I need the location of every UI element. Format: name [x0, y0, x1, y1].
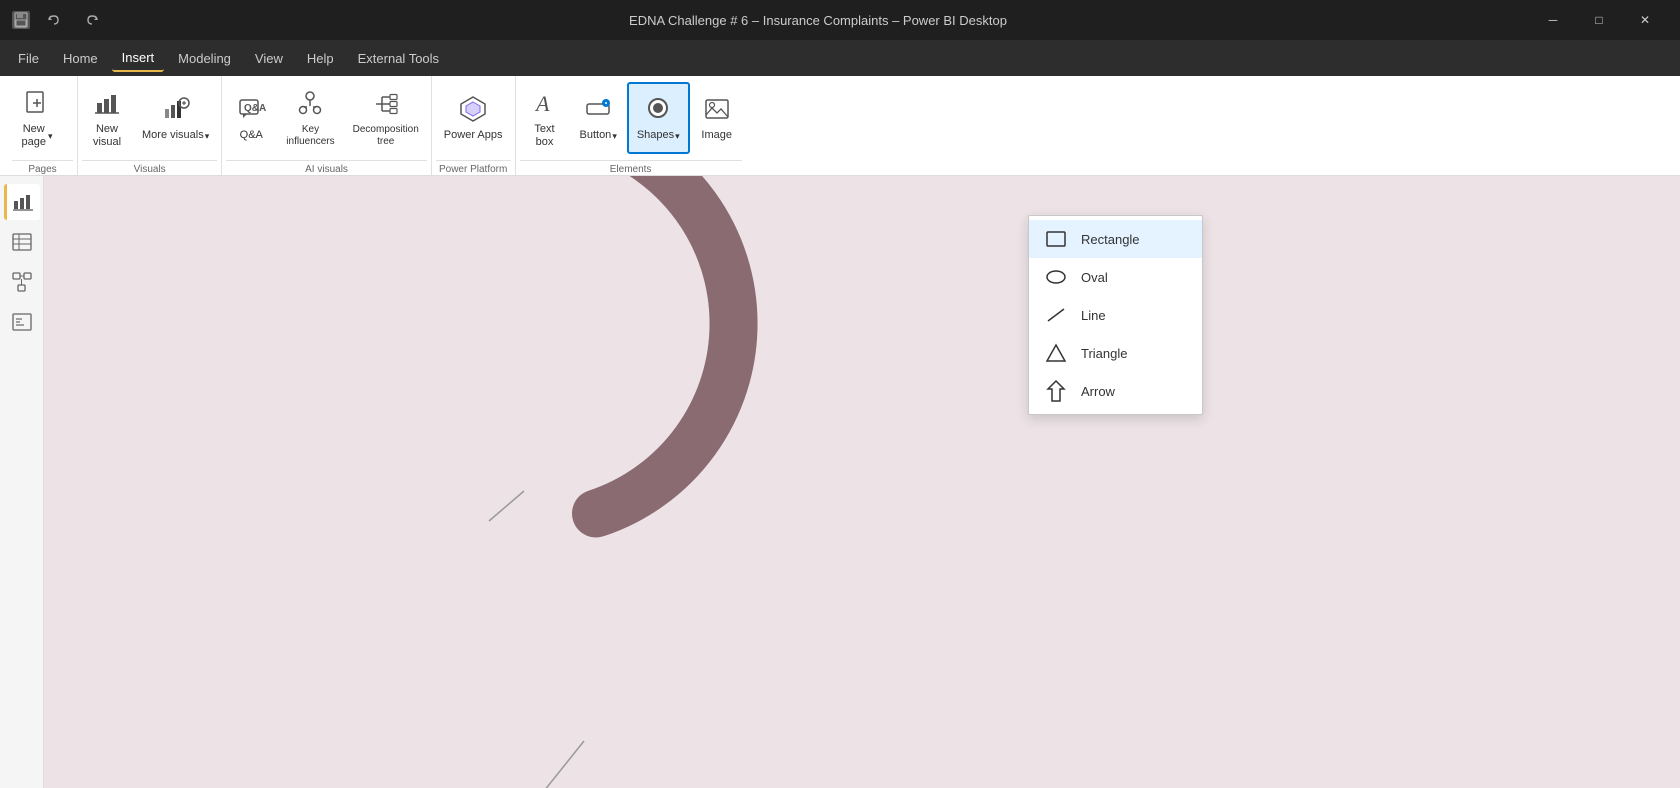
new-page-button[interactable]: New page ▾ — [12, 82, 62, 154]
power-apps-button[interactable]: Power Apps — [436, 82, 511, 154]
button-ribbon-icon — [582, 93, 614, 125]
title-bar-title: EDNA Challenge # 6 – Insurance Complaint… — [629, 13, 1007, 28]
menu-help[interactable]: Help — [297, 44, 344, 72]
save-icon[interactable] — [12, 11, 30, 29]
arrow-label: Arrow — [1081, 384, 1115, 399]
rectangle-label: Rectangle — [1081, 232, 1140, 247]
canvas-area — [44, 176, 1680, 788]
title-bar: EDNA Challenge # 6 – Insurance Complaint… — [0, 0, 1680, 40]
window-controls: ─ □ ✕ — [1530, 0, 1668, 40]
ai-group-label: AI visuals — [226, 160, 427, 175]
oval-shape-icon — [1045, 266, 1067, 288]
new-page-icon — [21, 87, 53, 119]
new-visual-button[interactable]: New visual — [82, 82, 132, 154]
arrow-shape-icon — [1045, 380, 1067, 402]
elements-group-label: Elements — [520, 160, 742, 175]
ribbon-group-power-platform: Power Apps Power Platform — [432, 76, 516, 175]
sidebar-item-model[interactable] — [4, 264, 40, 300]
button-ribbon-label: Button▾ — [580, 129, 617, 142]
sidebar-item-report[interactable] — [4, 184, 40, 220]
shapes-label: Shapes▾ — [637, 129, 680, 142]
image-button[interactable]: Image — [692, 82, 742, 154]
svg-text:Q&A: Q&A — [244, 103, 266, 114]
visuals-group-label: Visuals — [82, 160, 217, 175]
close-button[interactable]: ✕ — [1622, 0, 1668, 40]
new-visual-icon — [91, 87, 123, 119]
key-influencers-button[interactable]: Key influencers — [278, 82, 342, 154]
power-apps-icon — [457, 93, 489, 125]
text-box-icon: A — [529, 87, 561, 119]
new-page-label: New page ▾ — [21, 123, 52, 149]
more-visuals-button[interactable]: More visuals▾ — [134, 82, 217, 154]
elements-buttons: A Text box Button▾ — [520, 80, 742, 160]
ribbon: New page ▾ Pages New visual — [0, 76, 1680, 176]
menu-modeling[interactable]: Modeling — [168, 44, 241, 72]
text-box-label: Text box — [534, 123, 554, 149]
canvas-line-2 — [534, 736, 594, 788]
sidebar — [0, 176, 44, 788]
minimize-button[interactable]: ─ — [1530, 0, 1576, 40]
more-visuals-icon — [160, 93, 192, 125]
menu-view[interactable]: View — [245, 44, 293, 72]
menu-file[interactable]: File — [8, 44, 49, 72]
image-icon — [701, 93, 733, 125]
ribbon-group-pages: New page ▾ Pages — [8, 76, 78, 175]
maximize-button[interactable]: □ — [1576, 0, 1622, 40]
shape-oval-item[interactable]: Oval — [1029, 258, 1202, 296]
shapes-button[interactable]: Shapes▾ — [627, 82, 690, 154]
decomposition-tree-label: Decomposition tree — [353, 124, 419, 148]
ribbon-group-elements: A Text box Button▾ — [516, 76, 746, 175]
triangle-label: Triangle — [1081, 346, 1127, 361]
shape-arrow-item[interactable]: Arrow — [1029, 372, 1202, 410]
redo-button[interactable] — [78, 6, 106, 34]
image-label: Image — [701, 129, 732, 142]
power-apps-label: Power Apps — [444, 129, 503, 142]
button-ribbon-button[interactable]: Button▾ — [572, 82, 625, 154]
canvas-line-1 — [484, 486, 544, 531]
qa-label: Q&A — [240, 129, 263, 142]
shape-triangle-item[interactable]: Triangle — [1029, 334, 1202, 372]
menu-bar: File Home Insert Modeling View Help Exte… — [0, 40, 1680, 76]
key-influencers-icon — [294, 88, 326, 120]
title-bar-left — [12, 6, 106, 34]
rectangle-shape-icon — [1045, 228, 1067, 250]
decomposition-tree-button[interactable]: Decomposition tree — [345, 82, 427, 154]
pages-group-label: Pages — [12, 160, 73, 175]
shape-rectangle-item[interactable]: Rectangle — [1029, 220, 1202, 258]
sidebar-item-data[interactable] — [4, 224, 40, 260]
key-influencers-label: Key influencers — [286, 124, 334, 148]
title-text: EDNA Challenge # 6 – Insurance Complaint… — [629, 13, 1007, 28]
shapes-dropdown: Rectangle Oval Line Triangle — [1028, 215, 1203, 415]
line-label: Line — [1081, 308, 1106, 323]
menu-external-tools[interactable]: External Tools — [348, 44, 449, 72]
undo-button[interactable] — [40, 6, 68, 34]
ai-buttons: Q&A Q&A Key influencers — [226, 80, 427, 160]
qa-button[interactable]: Q&A Q&A — [226, 82, 276, 154]
menu-home[interactable]: Home — [53, 44, 108, 72]
new-visual-label: New visual — [93, 123, 121, 149]
visuals-buttons: New visual More visuals▾ — [82, 80, 217, 160]
oval-label: Oval — [1081, 270, 1108, 285]
svg-text:A: A — [534, 91, 550, 116]
power-platform-group-label: Power Platform — [436, 160, 511, 175]
power-platform-buttons: Power Apps — [436, 80, 511, 160]
decomposition-tree-icon — [370, 88, 402, 120]
ribbon-group-ai: Q&A Q&A Key influencers — [222, 76, 432, 175]
more-visuals-label: More visuals▾ — [142, 129, 209, 142]
sidebar-item-dax[interactable] — [4, 304, 40, 340]
line-shape-icon — [1045, 304, 1067, 326]
triangle-shape-icon — [1045, 342, 1067, 364]
ribbon-group-visuals: New visual More visuals▾ — [78, 76, 222, 175]
shape-line-item[interactable]: Line — [1029, 296, 1202, 334]
shapes-icon — [642, 93, 674, 125]
qa-icon: Q&A — [235, 93, 267, 125]
menu-insert[interactable]: Insert — [112, 44, 165, 72]
text-box-button[interactable]: A Text box — [520, 82, 570, 154]
pages-buttons: New page ▾ — [12, 80, 73, 160]
